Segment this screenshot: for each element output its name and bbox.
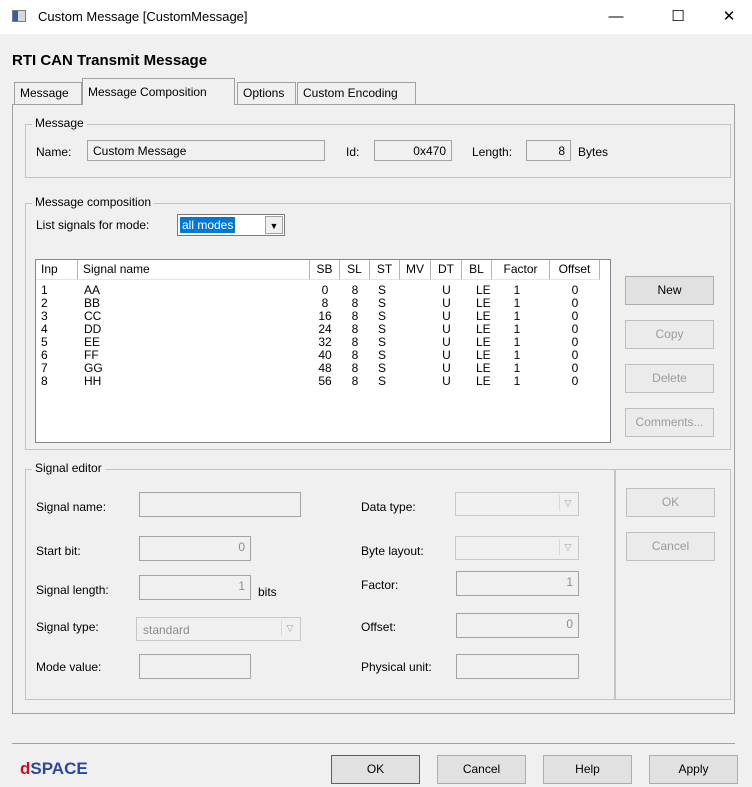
copy-signal-button[interactable]: Copy [625, 320, 714, 349]
tab-message-composition[interactable]: Message Composition [82, 78, 235, 105]
data-type-select[interactable]: ▽ [455, 492, 579, 516]
table-cell: 0 [571, 374, 579, 388]
table-cell: U [442, 374, 451, 388]
byte-layout-label: Byte layout: [361, 544, 424, 558]
table-cell: FF [84, 348, 99, 362]
chevron-down-icon[interactable]: ▽ [559, 495, 576, 511]
help-button[interactable]: Help [543, 755, 632, 784]
message-group-title: Message [32, 116, 87, 130]
delete-signal-button[interactable]: Delete [625, 364, 714, 393]
table-cell: AA [84, 283, 101, 297]
column-header[interactable]: MV [400, 260, 431, 280]
column-header[interactable]: BL [462, 260, 492, 280]
chevron-down-icon[interactable]: ▽ [559, 539, 576, 555]
mode-label: List signals for mode: [36, 218, 150, 232]
composition-group-title: Message composition [32, 195, 155, 209]
column-header[interactable]: DT [431, 260, 462, 280]
mode-select-value: all modes [180, 217, 236, 233]
tab-message[interactable]: Message [14, 82, 82, 104]
signal-type-label: Signal type: [36, 620, 99, 634]
editor-cancel-button[interactable]: Cancel [626, 532, 715, 561]
footer-divider [12, 743, 735, 744]
column-header[interactable]: Inp [36, 260, 78, 280]
table-cell: BB [84, 296, 101, 310]
close-button[interactable]: ✕ [706, 0, 752, 34]
chevron-down-icon[interactable]: ▽ [281, 620, 298, 636]
logo-text: SPACE [30, 759, 88, 778]
table-cell: DD [84, 322, 102, 336]
factor-label: Factor: [361, 578, 399, 592]
window-title: Custom Message [CustomMessage] [38, 9, 248, 24]
signal-length-label: Signal length: [36, 583, 109, 597]
offset-label: Offset: [361, 620, 397, 634]
length-unit: Bytes [578, 145, 609, 159]
table-cell: EE [84, 335, 101, 349]
column-header[interactable]: ST [370, 260, 400, 280]
maximize-button[interactable]: ☐ [655, 0, 701, 34]
name-label: Name: [36, 145, 72, 159]
table-row[interactable]: 8 HH 56 8 S U LE 1 0 [36, 375, 612, 388]
editor-ok-button[interactable]: OK [626, 488, 715, 517]
comments-button[interactable]: Comments... [625, 408, 714, 437]
signal-editor-title: Signal editor [32, 461, 105, 475]
app-icon [12, 10, 26, 22]
chevron-down-icon[interactable]: ▼ [265, 216, 283, 234]
tab-options[interactable]: Options [237, 82, 296, 104]
ok-button[interactable]: OK [331, 755, 420, 784]
table-cell: GG [84, 361, 103, 375]
column-header[interactable]: SL [340, 260, 370, 280]
tab-custom-encoding[interactable]: Custom Encoding [297, 82, 416, 104]
offset-field[interactable]: 0 [456, 613, 579, 638]
signal-type-select[interactable]: standard ▽ [136, 617, 301, 641]
cancel-button[interactable]: Cancel [437, 755, 526, 784]
column-header[interactable]: Offset [550, 260, 600, 280]
length-label: Length: [472, 145, 513, 159]
signal-name-label: Signal name: [36, 500, 107, 514]
physical-unit-field[interactable] [456, 654, 579, 679]
minimize-button[interactable]: — [593, 0, 639, 34]
table-cell: 8 [41, 374, 48, 388]
table-cell: HH [84, 374, 102, 388]
dspace-logo: dSPACE [20, 759, 88, 779]
start-bit-label: Start bit: [36, 544, 81, 558]
logo-letter-d: d [20, 759, 31, 778]
factor-field[interactable]: 1 [456, 571, 579, 596]
table-cell: S [377, 374, 386, 388]
start-bit-field[interactable]: 0 [139, 536, 251, 561]
table-cell: 56 [318, 374, 332, 388]
data-type-label: Data type: [361, 500, 416, 514]
message-length-field[interactable]: 8 [526, 140, 571, 161]
signal-type-value: standard [143, 623, 190, 637]
mode-value-field[interactable] [139, 654, 251, 679]
table-cell: CC [84, 309, 102, 323]
message-id-field[interactable]: 0x470 [374, 140, 452, 161]
signal-table[interactable]: Inp Signal name SB SL ST MV DT BL Factor… [35, 259, 611, 443]
signal-name-field[interactable] [139, 492, 301, 517]
byte-layout-select[interactable]: ▽ [455, 536, 579, 560]
physical-unit-label: Physical unit: [361, 660, 432, 674]
dialog-heading: RTI CAN Transmit Message [12, 52, 208, 69]
apply-button[interactable]: Apply [649, 755, 738, 784]
table-cell: LE [476, 374, 491, 388]
column-header[interactable]: SB [310, 260, 340, 280]
column-header[interactable]: Factor [492, 260, 550, 280]
signal-length-unit: bits [258, 585, 277, 599]
message-name-field[interactable]: Custom Message [87, 140, 325, 161]
new-signal-button[interactable]: New [625, 276, 714, 305]
mode-value-label: Mode value: [36, 660, 102, 674]
table-cell: 1 [513, 374, 521, 388]
table-cell: 8 [351, 374, 359, 388]
signal-length-field[interactable]: 1 [139, 575, 251, 600]
id-label: Id: [346, 145, 360, 159]
column-header[interactable]: Signal name [78, 260, 310, 280]
mode-select[interactable]: all modes ▼ [177, 214, 285, 236]
